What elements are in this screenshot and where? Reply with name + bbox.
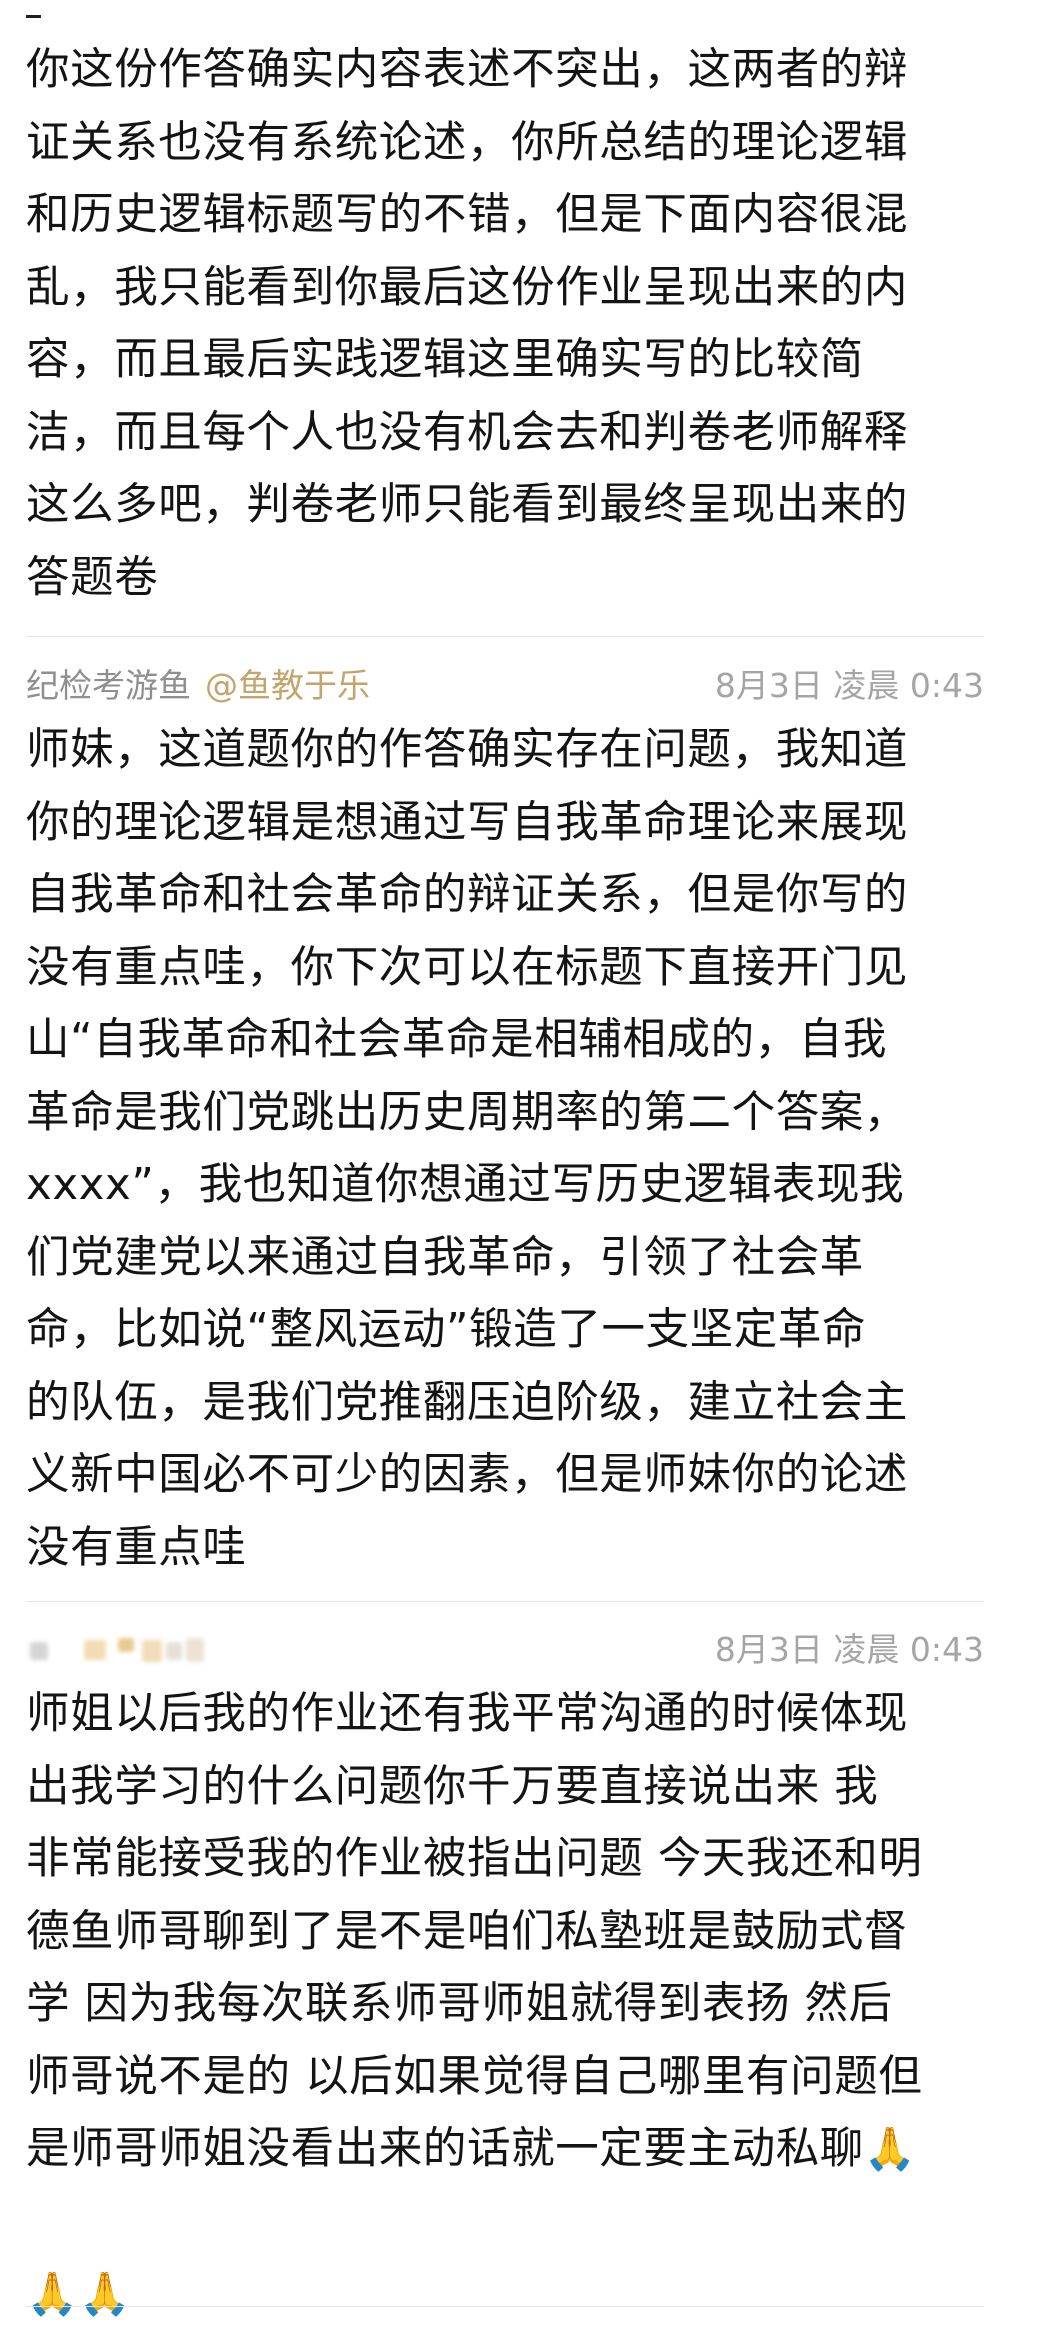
comment-header: 8月3日 凌晨 0:43 — [26, 1622, 984, 1678]
comment-mention[interactable]: @鱼教于乐 — [205, 658, 370, 714]
divider — [26, 636, 984, 637]
comment: 师妹，这道题你的作答确实存在问题，我知道 你的理论逻辑是想通过写自我革命理论来展… — [26, 714, 1008, 1584]
previous-comment: 你这份作答确实内容表述不突出，这两者的辩 证关系也没有系统论述，你所总结的理论逻… — [26, 34, 1008, 614]
blurred-author-avatar[interactable] — [26, 1622, 266, 1678]
pray-emoji: 🙏 — [863, 2124, 917, 2173]
comment: 师姐以后我的作业还有我平常沟通的时候体现 出我学习的什么问题你千万要直接说出来 … — [26, 1678, 1008, 2331]
comment-text: 师姐以后我的作业还有我平常沟通的时候体现 出我学习的什么问题你千万要直接说出来 … — [26, 1689, 923, 2174]
pray-emoji: 🙏🙏 — [26, 2269, 132, 2318]
comment-timestamp: 8月3日 凌晨 0:43 — [714, 666, 984, 705]
separator-dashes — [26, 0, 146, 18]
divider — [26, 2306, 984, 2307]
previous-comment-text: 你这份作答确实内容表述不突出，这两者的辩 证关系也没有系统论述，你所总结的理论逻… — [26, 45, 908, 603]
comment-text: 师妹，这道题你的作答确实存在问题，我知道 你的理论逻辑是想通过写自我革命理论来展… — [26, 725, 908, 1573]
comment-timestamp: 8月3日 凌晨 0:43 — [714, 1630, 984, 1669]
comment-header: 纪检考游鱼 @鱼教于乐 8月3日 凌晨 0:43 — [26, 658, 984, 714]
comment-author[interactable]: 纪检考游鱼 — [26, 658, 191, 714]
divider — [26, 1601, 984, 1602]
